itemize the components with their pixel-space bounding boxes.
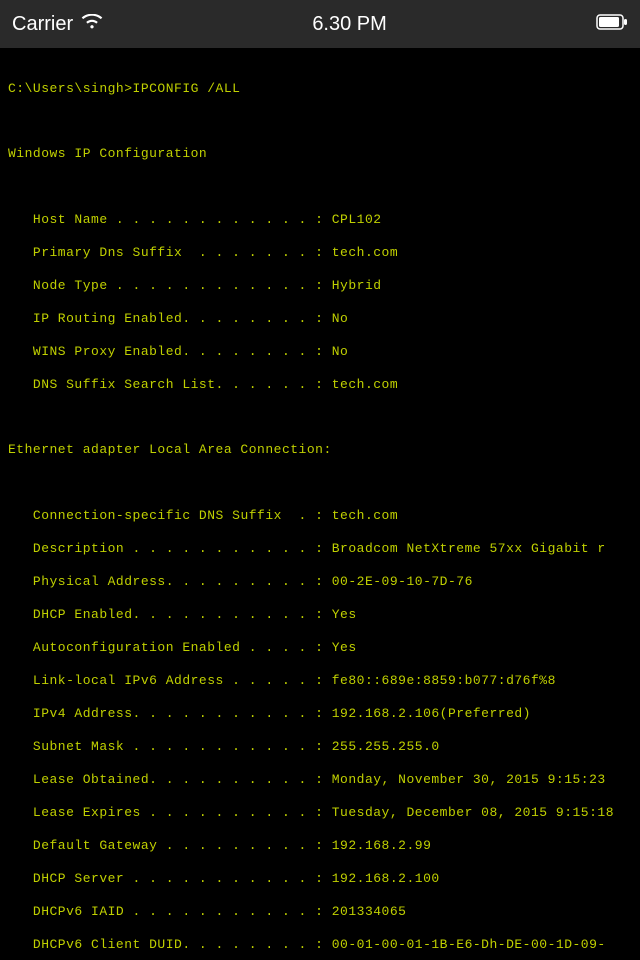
config-line: IPv4 Address. . . . . . . . . . . : 192.…	[8, 706, 632, 723]
config-line: DHCPv6 IAID . . . . . . . . . . . : 2013…	[8, 904, 632, 921]
config-line: Physical Address. . . . . . . . . : 00-2…	[8, 574, 632, 591]
config-line: Default Gateway . . . . . . . . . : 192.…	[8, 838, 632, 855]
config-line: DHCPv6 Client DUID. . . . . . . . : 00-0…	[8, 937, 632, 954]
config-line: Description . . . . . . . . . . . : Broa…	[8, 541, 632, 558]
config-line: DNS Suffix Search List. . . . . . : tech…	[8, 377, 632, 394]
config-line: Lease Expires . . . . . . . . . . : Tues…	[8, 805, 632, 822]
clock-label: 6.30 PM	[312, 13, 386, 36]
wifi-icon	[81, 13, 103, 36]
config-line: Subnet Mask . . . . . . . . . . . : 255.…	[8, 739, 632, 756]
battery-icon	[596, 13, 628, 36]
config-line: DHCP Enabled. . . . . . . . . . . : Yes	[8, 607, 632, 624]
config-line: Autoconfiguration Enabled . . . . : Yes	[8, 640, 632, 657]
status-bar: Carrier 6.30 PM	[0, 0, 640, 48]
config-line: Node Type . . . . . . . . . . . . : Hybr…	[8, 278, 632, 295]
config-line: DHCP Server . . . . . . . . . . . : 192.…	[8, 871, 632, 888]
config-line: Connection-specific DNS Suffix . : tech.…	[8, 508, 632, 525]
config-line: Lease Obtained. . . . . . . . . . : Mond…	[8, 772, 632, 789]
section-header: Windows IP Configuration	[8, 146, 632, 163]
config-line: Host Name . . . . . . . . . . . . : CPL1…	[8, 212, 632, 229]
config-line: Primary Dns Suffix . . . . . . . : tech.…	[8, 245, 632, 262]
config-line: WINS Proxy Enabled. . . . . . . . : No	[8, 344, 632, 361]
config-line: IP Routing Enabled. . . . . . . . : No	[8, 311, 632, 328]
section-header: Ethernet adapter Local Area Connection:	[8, 442, 632, 459]
config-line: Link-local IPv6 Address . . . . . : fe80…	[8, 673, 632, 690]
terminal-output[interactable]: C:\Users\singh>IPCONFIG /ALL Windows IP …	[0, 48, 640, 960]
carrier-label: Carrier	[12, 13, 73, 36]
prompt-line: C:\Users\singh>IPCONFIG /ALL	[8, 81, 632, 98]
